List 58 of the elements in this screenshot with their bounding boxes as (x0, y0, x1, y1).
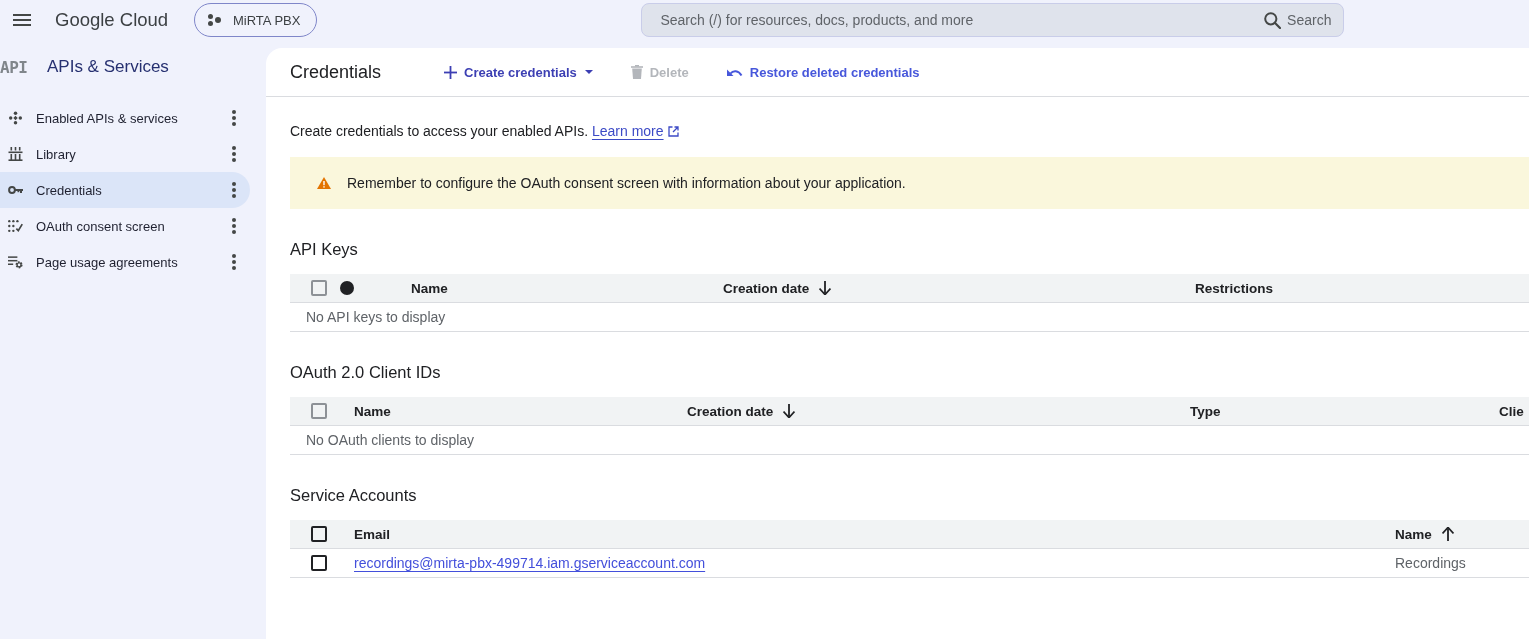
undo-arrow-icon (726, 67, 743, 77)
page-title: Credentials (290, 61, 383, 83)
section-title: API Keys (290, 239, 359, 260)
column-header[interactable]: Creation date (687, 403, 774, 419)
more-vertical-icon[interactable] (232, 146, 236, 162)
section-title: OAuth 2.0 Client IDs (290, 362, 442, 383)
dotted-check-icon (7, 219, 23, 233)
warning-icon (317, 177, 331, 189)
column-header: Type (1190, 403, 1221, 419)
menu-icon[interactable] (13, 14, 31, 26)
sidebar-item[interactable]: Credentials (0, 172, 250, 208)
dots-diamond-icon (7, 111, 23, 125)
banner-message: Remember to configure the OAuth consent screen with information about your application. (347, 175, 906, 191)
more-vertical-icon[interactable] (232, 254, 236, 270)
more-vertical-icon[interactable] (232, 218, 236, 234)
learn-more-link[interactable]: Learn more (591, 121, 679, 141)
more-vertical-icon[interactable] (232, 110, 236, 126)
api-logo: API (0, 57, 29, 77)
product-logo-text[interactable]: Google Cloud (55, 9, 170, 31)
trash-icon (630, 65, 643, 79)
column-header: Email (354, 526, 391, 542)
table-cell: Recordings (1395, 555, 1466, 571)
section-title: Service Accounts (290, 485, 418, 506)
sidebar-item[interactable]: Enabled APIs & services (0, 100, 250, 136)
intro-text: Create credentials to access your enabled APIs. Learn more (290, 121, 1529, 141)
sidebar-item[interactable]: OAuth consent screen (0, 208, 250, 244)
external-link-icon (667, 125, 679, 137)
sidebar-item[interactable]: Library (0, 136, 250, 172)
sidebar-item[interactable]: Page usage agreements (0, 244, 250, 280)
column-header: Clie (1499, 403, 1524, 419)
restore-button[interactable]: Restore deleted credentials (718, 58, 928, 86)
empty-table-message: No OAuth clients to display (305, 432, 476, 448)
sidebar-title: APIs & Services (47, 57, 169, 77)
more-vertical-icon[interactable] (232, 182, 236, 198)
column-header: Name (354, 403, 391, 419)
column-header: Name (411, 280, 448, 296)
empty-table-message: No API keys to display (305, 309, 447, 325)
email-link[interactable]: recordings@mirta-pbx-499714.iam.gserviceaccount.com (354, 555, 706, 571)
create-button[interactable]: Create credentials (436, 58, 601, 86)
column-header: Restrictions (1195, 280, 1274, 296)
column-header[interactable]: Creation date (723, 280, 810, 296)
search-bar[interactable]: Search (/) for resources, docs, products, and more Search (641, 3, 1345, 37)
filled-circle-icon (340, 281, 354, 295)
search-input[interactable]: Search (/) for resources, docs, products, and more (660, 10, 1265, 30)
search-icon (1264, 11, 1282, 29)
list-gear-icon (7, 255, 23, 269)
arrow-up-icon[interactable] (1441, 527, 1454, 541)
column-header[interactable]: Name (1395, 526, 1432, 542)
dots-icon (208, 14, 221, 26)
arrow-down-icon[interactable] (819, 281, 832, 295)
plus-icon (444, 65, 457, 79)
arrow-down-icon[interactable] (783, 404, 796, 418)
search-button[interactable]: Search (1264, 11, 1332, 29)
checkbox[interactable] (311, 555, 327, 571)
columns-icon (7, 147, 23, 161)
caret-icon (584, 70, 593, 74)
key-icon (7, 186, 23, 194)
checkbox[interactable] (311, 526, 327, 542)
